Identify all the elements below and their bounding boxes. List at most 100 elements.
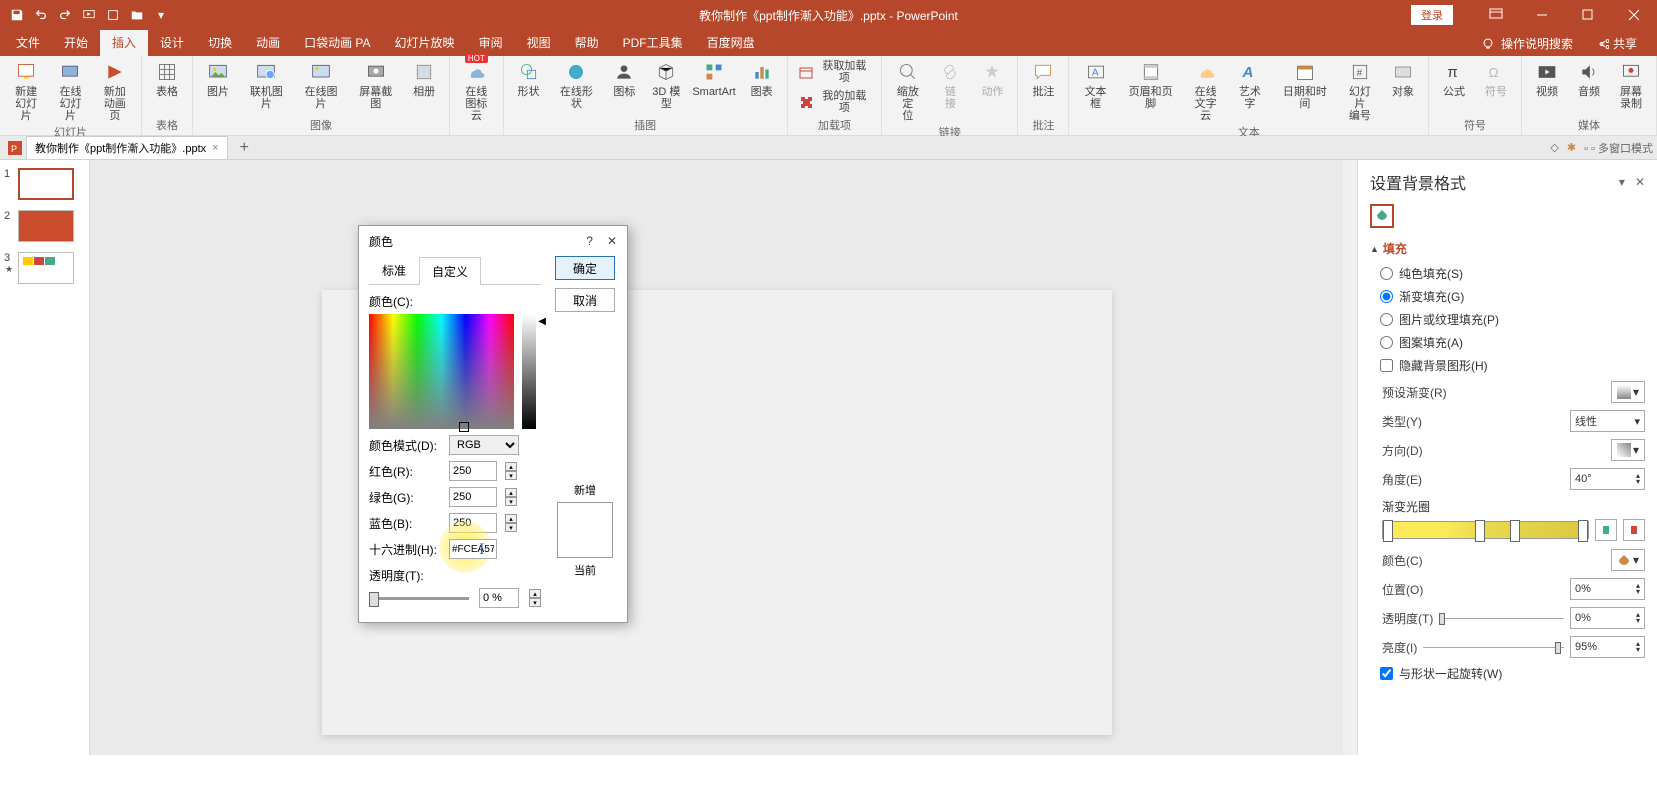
- gradient-angle-input[interactable]: 40°▴▾: [1570, 468, 1645, 490]
- album-button[interactable]: 相册: [405, 58, 443, 100]
- screenshot-button[interactable]: 屏幕截图: [350, 58, 401, 112]
- gradient-fill-radio[interactable]: 渐变填充(G): [1380, 288, 1645, 305]
- online-picture-button[interactable]: 联机图片: [241, 58, 292, 112]
- red-input[interactable]: [449, 461, 497, 481]
- new-slide-button[interactable]: 新建幻灯片: [6, 58, 46, 124]
- gradient-stop[interactable]: [1510, 520, 1520, 542]
- tab-standard[interactable]: 标准: [369, 256, 419, 284]
- action-button[interactable]: 动作: [973, 58, 1011, 100]
- 3d-model-button[interactable]: 3D 模型: [647, 58, 685, 112]
- new-slide-icon[interactable]: [102, 4, 124, 26]
- tab-design[interactable]: 设计: [148, 29, 196, 56]
- tab-insert[interactable]: 插入: [100, 29, 148, 56]
- transparency-input[interactable]: [479, 588, 519, 608]
- wordart-button[interactable]: A艺术字: [1230, 58, 1270, 112]
- tab-baidu[interactable]: 百度网盘: [695, 29, 767, 56]
- transparency-spinner[interactable]: ▴▾: [529, 589, 541, 607]
- tab-slideshow[interactable]: 幻灯片放映: [383, 29, 467, 56]
- vertical-scrollbar[interactable]: [1343, 160, 1357, 755]
- tab-help[interactable]: 帮助: [563, 29, 611, 56]
- tab-pocket-anim[interactable]: 口袋动画 PA: [292, 29, 382, 56]
- object-button[interactable]: 对象: [1384, 58, 1422, 100]
- stop-brightness-input[interactable]: 95%▴▾: [1570, 636, 1645, 658]
- new-tab-button[interactable]: +: [234, 139, 255, 157]
- luminance-slider[interactable]: [522, 314, 536, 429]
- undo-icon[interactable]: [30, 4, 52, 26]
- gradient-stop[interactable]: [1475, 520, 1485, 542]
- shapes-button[interactable]: 形状: [510, 58, 548, 100]
- slideshow-icon[interactable]: [78, 4, 100, 26]
- fill-section-header[interactable]: ▲ 填充: [1370, 240, 1645, 257]
- stop-color-button[interactable]: ▾: [1611, 549, 1645, 571]
- blue-spinner[interactable]: ▴▾: [505, 514, 517, 532]
- open-icon[interactable]: [126, 4, 148, 26]
- gradient-stop[interactable]: [1578, 520, 1588, 542]
- online-shapes-button[interactable]: 在线形状: [552, 58, 602, 112]
- maximize-icon[interactable]: [1565, 0, 1611, 30]
- login-button[interactable]: 登录: [1411, 5, 1453, 25]
- new-anim-page-button[interactable]: 新加动画页: [95, 58, 135, 124]
- add-stop-button[interactable]: [1595, 519, 1617, 541]
- chart-button[interactable]: 图表: [743, 58, 781, 100]
- green-input[interactable]: [449, 487, 497, 507]
- tabstrip-icon-1[interactable]: ◇: [1550, 141, 1558, 154]
- header-footer-button[interactable]: 页眉和页脚: [1120, 58, 1182, 112]
- rotate-with-shape-checkbox[interactable]: 与形状一起旋转(W): [1380, 665, 1645, 682]
- cancel-button[interactable]: 取消: [555, 288, 615, 312]
- color-spectrum[interactable]: [369, 314, 514, 429]
- screen-record-button[interactable]: 屏幕录制: [1612, 58, 1650, 112]
- datetime-button[interactable]: 日期和时间: [1274, 58, 1336, 112]
- icons-button[interactable]: 图标: [605, 58, 643, 100]
- ok-button[interactable]: 确定: [555, 256, 615, 280]
- tell-me-search[interactable]: 操作说明搜索: [1473, 32, 1581, 55]
- table-button[interactable]: 表格: [148, 58, 186, 100]
- qat-dropdown-icon[interactable]: ▾: [150, 4, 172, 26]
- multi-window-button[interactable]: ▫ ▫ 多窗口模式: [1584, 140, 1653, 156]
- red-spinner[interactable]: ▴▾: [505, 462, 517, 480]
- close-window-icon[interactable]: [1611, 0, 1657, 30]
- video-button[interactable]: 视频: [1528, 58, 1566, 100]
- symbol-button[interactable]: Ω符号: [1477, 58, 1515, 100]
- icon-cloud-button[interactable]: HOT 在线图标云: [456, 58, 496, 124]
- gradient-direction-button[interactable]: ▾: [1611, 439, 1645, 461]
- share-button[interactable]: 共享: [1587, 31, 1647, 56]
- dialog-close-icon[interactable]: ✕: [607, 234, 617, 248]
- slide-thumb-2[interactable]: 2: [4, 210, 85, 242]
- wordcloud-button[interactable]: 在线文字云: [1185, 58, 1225, 124]
- ribbon-options-icon[interactable]: [1473, 0, 1519, 30]
- hide-bg-checkbox[interactable]: 隐藏背景图形(H): [1380, 357, 1645, 374]
- green-spinner[interactable]: ▴▾: [505, 488, 517, 506]
- blue-input[interactable]: [449, 513, 497, 533]
- link-button[interactable]: 链接: [931, 58, 969, 112]
- gradient-stops-bar[interactable]: [1382, 521, 1589, 539]
- tab-home[interactable]: 开始: [52, 29, 100, 56]
- tab-view[interactable]: 视图: [515, 29, 563, 56]
- dialog-help-icon[interactable]: ?: [586, 234, 593, 248]
- tab-pdf[interactable]: PDF工具集: [611, 29, 695, 56]
- pattern-fill-radio[interactable]: 图案填充(A): [1380, 334, 1645, 351]
- transparency-slider[interactable]: [369, 597, 469, 600]
- get-addins-button[interactable]: 获取加载项: [794, 58, 876, 86]
- solid-fill-radio[interactable]: 纯色填充(S): [1380, 265, 1645, 282]
- textbox-button[interactable]: A文本框: [1075, 58, 1115, 112]
- smartart-button[interactable]: SmartArt: [689, 58, 738, 100]
- tab-file[interactable]: 文件: [4, 29, 52, 56]
- redo-icon[interactable]: [54, 4, 76, 26]
- color-dialog-titlebar[interactable]: 颜色 ? ✕: [359, 226, 627, 256]
- save-icon[interactable]: [6, 4, 28, 26]
- tab-transitions[interactable]: 切换: [196, 29, 244, 56]
- tab-animations[interactable]: 动画: [244, 29, 292, 56]
- remove-stop-button[interactable]: [1623, 519, 1645, 541]
- slide-thumb-3[interactable]: 3 ★: [4, 252, 85, 284]
- comment-button[interactable]: 批注: [1024, 58, 1062, 100]
- zoom-button[interactable]: 缩放定位: [888, 58, 927, 124]
- format-pane-dropdown-icon[interactable]: ▾: [1619, 175, 1625, 189]
- gradient-type-select[interactable]: 线性▾: [1570, 410, 1645, 432]
- format-pane-close-icon[interactable]: ✕: [1635, 175, 1645, 189]
- stop-position-input[interactable]: 0%▴▾: [1570, 578, 1645, 600]
- slide-number-button[interactable]: #幻灯片编号: [1340, 58, 1380, 124]
- document-tab-close-icon[interactable]: ×: [212, 142, 218, 154]
- stop-transparency-input[interactable]: 0%▴▾: [1570, 607, 1645, 629]
- tabstrip-icon-2[interactable]: ✱: [1567, 141, 1576, 154]
- tab-custom[interactable]: 自定义: [419, 257, 481, 285]
